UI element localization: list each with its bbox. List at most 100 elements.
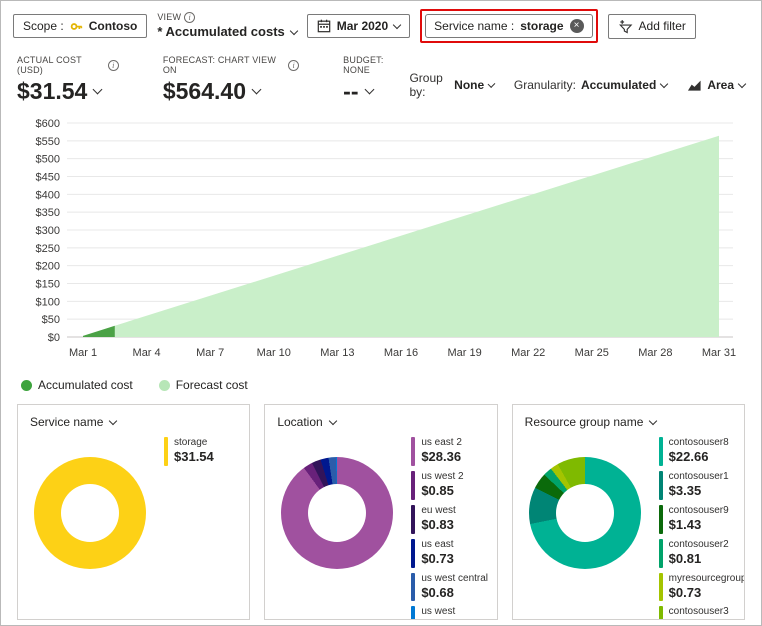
legend-item: us west [411,606,497,620]
info-icon [184,12,195,23]
card-location: Location us east 2 $28.36 [264,404,497,620]
donut-legend: storage $31.54 [164,435,250,569]
legend-swatch [659,606,663,620]
group-by-label: Group by: [409,71,449,99]
budget-metric[interactable]: BUDGET: NONE -- [343,55,409,105]
view-caption: VIEW [157,12,181,23]
legend-accumulated-cost: Accumulated cost [21,378,133,392]
legend-label: contosouser8 [669,437,729,449]
date-picker-button[interactable]: Mar 2020 [307,14,410,38]
svg-text:Mar 31: Mar 31 [702,347,736,359]
legend-forecast-cost: Forecast cost [159,378,248,392]
svg-text:$550: $550 [36,136,60,148]
legend-label: us west [421,606,455,618]
svg-text:$100: $100 [36,296,60,308]
filter-pill[interactable]: Service name : storage [425,14,592,38]
accumulated-cost-dot [21,380,32,391]
card-title-label: Resource group name [525,415,644,429]
svg-text:$600: $600 [36,118,60,130]
chevron-down-icon [290,26,298,34]
service-name-donut-chart[interactable] [34,457,146,569]
legend-item: myresourcegroup $0.73 [659,573,745,602]
chevron-down-icon [328,416,336,424]
legend-value: $0.81 [669,551,729,568]
remove-filter-icon[interactable] [570,19,584,33]
legend-label: us east [421,539,454,551]
svg-text:$0: $0 [48,332,60,344]
legend-value: $0.68 [421,585,488,602]
legend-swatch [411,505,415,534]
svg-text:Mar 10: Mar 10 [257,347,291,359]
card-location-dropdown[interactable]: Location [277,415,484,429]
actual-cost-value: $31.54 [17,78,87,105]
legend-swatch [411,539,415,568]
chevron-down-icon [738,79,746,87]
legend-swatch [411,606,415,620]
svg-text:$250: $250 [36,243,60,255]
legend-label: contosouser3 [669,606,729,618]
forecast-caption: FORECAST: CHART VIEW ON [163,55,285,75]
forecast-value: $564.40 [163,78,246,105]
toolbar: Scope : Contoso VIEW * Accumulated costs [1,1,761,45]
legend-swatch [411,437,415,466]
legend-label: storage [174,437,214,449]
resource-group-donut-chart[interactable] [529,457,641,569]
pivot-cards: Service name storage $31.54 [1,394,761,620]
legend-swatch [659,505,663,534]
legend-swatch [164,437,168,466]
chevron-down-icon [649,416,657,424]
legend-value: $3.35 [669,483,729,500]
svg-text:$50: $50 [42,314,60,326]
legend-swatch [659,437,663,466]
view-selector[interactable]: VIEW * Accumulated costs [157,12,296,40]
legend-swatch [659,539,663,568]
granularity-dropdown[interactable]: Granularity: Accumulated [514,78,667,92]
actual-cost-metric[interactable]: ACTUAL COST (USD) $31.54 [17,55,119,105]
legend-item: contosouser2 $0.81 [659,539,745,568]
legend-value: $0.83 [421,517,455,534]
cost-analysis-page: Scope : Contoso VIEW * Accumulated costs [0,0,762,626]
view-value: * Accumulated costs [157,24,284,40]
chevron-down-icon [660,79,668,87]
legend-label: contosouser2 [669,539,729,551]
add-filter-button[interactable]: Add filter [608,14,696,39]
legend-item: contosouser1 $3.35 [659,471,745,500]
highlight-annotation: Service name : storage [420,9,597,43]
budget-caption: BUDGET: NONE [343,55,409,75]
card-resource-group-dropdown[interactable]: Resource group name [525,415,732,429]
legend-item: us west central $0.68 [411,573,497,602]
svg-text:Mar 7: Mar 7 [196,347,224,359]
location-donut-chart[interactable] [281,457,393,569]
donut-legend: contosouser8 $22.66 contosouser1 $3.35 [659,435,745,620]
legend-swatch [659,471,663,500]
granularity-label: Granularity: [514,78,576,92]
card-service-name: Service name storage $31.54 [17,404,250,620]
legend-item: us east $0.73 [411,539,497,568]
chart-type-dropdown[interactable]: Area [687,78,745,93]
svg-text:Mar 22: Mar 22 [511,347,545,359]
donut-legend: us east 2 $28.36 us west 2 $0.85 [411,435,497,620]
legend-value: $0.73 [669,585,745,602]
scope-button[interactable]: Scope : Contoso [13,14,147,38]
legend-value: $22.66 [669,449,729,466]
forecast-metric[interactable]: FORECAST: CHART VIEW ON $564.40 [163,55,299,105]
actual-cost-caption: ACTUAL COST (USD) [17,55,105,75]
chart-type-value: Area [707,78,734,92]
card-title-label: Service name [30,415,103,429]
group-by-dropdown[interactable]: Group by: None [409,71,493,99]
card-service-name-dropdown[interactable]: Service name [30,415,237,429]
legend-value: $28.36 [421,449,462,466]
svg-text:$200: $200 [36,261,60,273]
legend-swatch [411,573,415,602]
accumulated-cost-area-chart: $0$50$100$150$200$250$300$350$400$450$50… [17,113,745,365]
legend-value: $31.54 [174,449,214,466]
add-filter-funnel-icon [618,19,633,34]
granularity-value: Accumulated [581,78,656,92]
info-icon [108,60,119,71]
chevron-down-icon [393,20,401,28]
legend-label: contosouser9 [669,505,729,517]
legend-label: contosouser1 [669,471,729,483]
svg-text:Mar 13: Mar 13 [320,347,354,359]
legend-label: myresourcegroup [669,573,745,585]
legend-swatch [411,471,415,500]
